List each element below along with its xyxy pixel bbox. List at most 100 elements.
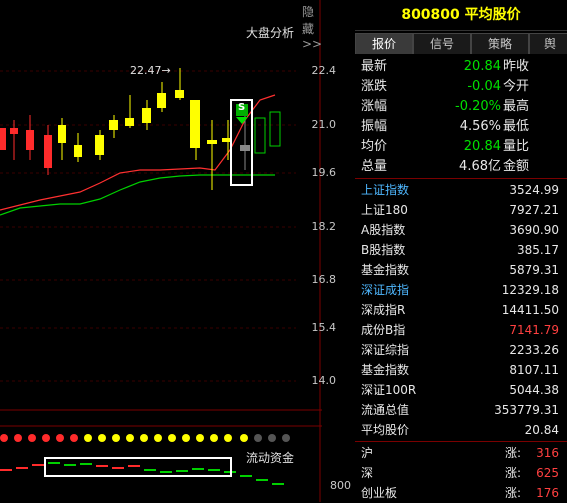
index-row[interactable]: 平均股价 20.84 [355,420,567,440]
index-label: 深成指R [361,303,406,317]
index-label: B股指数 [361,243,406,257]
candle [10,128,18,134]
candle [142,108,151,123]
tab-strategy[interactable]: 策略 [471,33,529,54]
quote-label-secondary: 金额 [503,159,530,174]
axis-tick: 18.2 [311,220,337,233]
index-row[interactable]: 上证指数 3524.99 [355,180,567,200]
index-label: 上证180 [361,203,408,217]
index-value: 8107.11 [509,363,559,377]
candle [269,111,281,147]
index-row[interactable]: 基金指数 8107.11 [355,360,567,380]
index-label: 上证指数 [361,183,410,197]
quote-label: 总量 [361,159,388,174]
market-mid-label: 涨: [505,486,522,500]
quote-value: 4.56% [459,119,501,134]
quote-label: 均价 [361,139,388,154]
quote-label: 涨跌 [361,79,388,94]
market-value: 316 [536,446,559,460]
quote-value: -0.04 [467,79,501,94]
candle [74,145,82,157]
quote-value: 20.84 [463,59,501,74]
money-flow [0,462,284,485]
index-value: 5879.31 [509,263,559,277]
market-value: 625 [536,466,559,480]
market-label: 深 [361,466,374,480]
market-row[interactable]: 深 涨: 625 [355,463,567,483]
ma-line-red [0,94,276,211]
candle [44,135,52,168]
index-row[interactable]: 成份B指 7141.79 [355,320,567,340]
quote-label: 最新 [361,59,388,74]
axis-tick: 22.4 [311,64,337,77]
index-value: 14411.50 [501,303,559,317]
candle [58,125,66,143]
market-label: 创业板 [361,486,398,500]
tab-opinion[interactable]: 舆 [529,33,567,54]
quote-row[interactable]: 振幅 4.56% 最低 [355,117,567,137]
market-label: 沪 [361,446,374,460]
quote-label-secondary: 最高 [503,99,530,114]
candles [0,68,281,190]
axis-tick: 19.6 [311,166,337,179]
quote-rows: 最新 20.84 昨收 涨跌 -0.04 今开 涨幅 -0.20% 最高 振幅 4.56% 最低 均价 2… [355,57,567,177]
index-label: A股指数 [361,223,406,237]
index-row[interactable]: 深证综指 2233.26 [355,340,567,360]
quote-row[interactable]: 涨幅 -0.20% 最高 [355,97,567,117]
index-label: 基金指数 [361,363,410,377]
quote-label: 涨幅 [361,99,388,114]
quote-panel: 800800 平均股价 报价 信号 策略 舆 最新 20.84 昨收 涨跌 -0.04 今… [355,0,567,502]
tab-signal[interactable]: 信号 [413,33,471,54]
market-rows: 沪涨: 316 深涨: 625 创业板 涨: 176 [355,443,567,503]
index-row[interactable]: 深证成指 12329.18 [355,280,567,300]
panel-tabs: 报价 信号 策略 舆 [355,33,567,55]
index-row[interactable]: 基金指数 5879.31 [355,260,567,280]
index-value: 5044.38 [509,383,559,397]
candle [157,93,166,108]
index-row[interactable]: 深证100R 5044.38 [355,380,567,400]
quote-row[interactable]: 总量 4.68亿 金额 [355,157,567,177]
market-mid-label: 涨: [505,446,522,460]
quote-row[interactable]: 均价 20.84 量比 [355,137,567,157]
axis-tick: 14.0 [311,374,337,387]
candle [95,135,104,155]
market-analysis-label[interactable]: 大盘分析 [246,24,294,41]
quote-value: -0.20% [455,99,501,114]
candlestick-chart[interactable]: 22.47→ [0,0,322,502]
index-row[interactable]: 流通总值 353779.31 [355,400,567,420]
quote-value: 4.68亿 [459,159,501,174]
axis-tick: 16.8 [311,273,337,286]
quote-label-secondary: 今开 [503,79,530,94]
divider [355,441,567,442]
candle [125,118,134,126]
candle [0,128,6,150]
quote-label-secondary: 最低 [503,119,530,134]
axis-tick: 15.4 [311,321,337,334]
market-row[interactable]: 沪 涨: 316 [355,443,567,463]
index-row[interactable]: 上证180 7927.21 [355,200,567,220]
candlestick-chart-area[interactable]: 22.47→ 隐藏>> 大盘分析 22.4 21.0 19.6 18.2 16.… [0,0,351,502]
quote-label: 振幅 [361,119,388,134]
index-value: 3524.99 [509,183,559,197]
tab-quote[interactable]: 报价 [355,33,413,54]
quote-row[interactable]: 最新 20.84 昨收 [355,57,567,77]
candle [207,140,217,144]
index-label: 深证成指 [361,283,410,297]
index-row[interactable]: B股指数 385.17 [355,240,567,260]
quote-row[interactable]: 涨跌 -0.04 今开 [355,77,567,97]
candle [240,145,250,151]
gridlines [0,70,322,427]
index-row[interactable]: 深成指R 14411.50 [355,300,567,320]
s-marker-label: S [238,102,246,113]
index-value: 3690.90 [509,223,559,237]
index-row[interactable]: A股指数 3690.90 [355,220,567,240]
index-label: 平均股价 [361,423,410,437]
quote-label-secondary: 量比 [503,139,530,154]
signal-dots [0,434,290,442]
market-mid-label: 涨: [505,466,522,480]
hide-panel-toggle[interactable]: 隐藏>> [302,3,322,51]
index-label: 深证100R [361,383,417,397]
market-row[interactable]: 创业板 涨: 176 [355,483,567,503]
index-value: 20.84 [524,423,559,437]
index-value: 385.17 [517,243,559,257]
